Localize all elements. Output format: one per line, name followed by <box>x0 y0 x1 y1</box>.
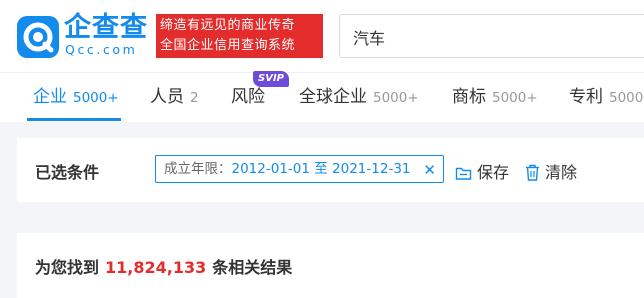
tab-label: 风险 <box>231 87 265 107</box>
qcc-logo-icon[interactable] <box>17 16 59 58</box>
tab-count: 5000 <box>609 90 644 106</box>
tab-count: 5000+ <box>492 90 538 106</box>
slogan-banner: 缔造有远见的商业传奇 全国企业信用查询系统 <box>156 14 323 58</box>
search-box[interactable] <box>339 14 644 58</box>
top-header: 企查查 Qcc.com 缔造有远见的商业传奇 全国企业信用查询系统 <box>0 0 644 72</box>
close-icon[interactable]: ✕ <box>423 157 436 183</box>
tab-risk[interactable]: 风险 <box>231 85 265 109</box>
slogan-line-2: 全国企业信用查询系统 <box>160 38 296 53</box>
tab-count: 2 <box>190 90 199 106</box>
tab-global-company[interactable]: 全球企业 5000+ <box>299 85 419 110</box>
tab-label: 专利 <box>569 87 603 107</box>
selected-filters-panel: 已选条件 成立年限：2012-01-01 至 2021-12-31 ✕ 保存 清… <box>17 138 644 202</box>
tab-patent[interactable]: 专利 5000 <box>569 85 643 110</box>
filter-tag-value: 2012-01-01 至 2021-12-31 <box>231 161 411 177</box>
tab-count: 5000+ <box>73 90 119 106</box>
slogan-line-1: 缔造有远见的商业传奇 <box>160 18 296 33</box>
tab-label: 人员 <box>150 87 184 107</box>
tab-company[interactable]: 企业 5000+ <box>33 85 119 110</box>
save-filter-button[interactable]: 保存 <box>455 159 509 183</box>
trash-icon <box>526 164 539 181</box>
folder-icon <box>455 167 472 180</box>
search-tabs: 企业 5000+ 人员 2 风险 全球企业 5000+ 商标 5000+ 专利 5000 <box>0 72 644 122</box>
clear-filter-button[interactable]: 清除 <box>525 159 577 183</box>
filter-tag-key: 成立年限： <box>164 161 232 177</box>
logo-text[interactable]: 企查查 <box>64 13 148 43</box>
results-summary-panel: 为您找到 11,824,133 条相关结果 <box>17 233 644 298</box>
tab-label: 全球企业 <box>299 87 367 107</box>
tab-label: 商标 <box>452 87 486 107</box>
results-count-text: 为您找到 11,824,133 条相关结果 <box>35 254 292 278</box>
tab-trademark[interactable]: 商标 5000+ <box>452 85 538 110</box>
results-suffix: 条相关结果 <box>212 258 293 277</box>
save-label: 保存 <box>477 163 510 182</box>
tab-label: 企业 <box>33 87 67 107</box>
svip-badge: SVIP <box>253 71 289 87</box>
active-tab-indicator <box>27 118 121 121</box>
logo-domain: Qcc.com <box>65 42 138 57</box>
tab-count: 5000+ <box>373 90 419 106</box>
clear-label: 清除 <box>545 163 578 182</box>
filter-tag-founding-date[interactable]: 成立年限：2012-01-01 至 2021-12-31 ✕ <box>155 155 444 183</box>
results-count: 11,824,133 <box>105 258 207 277</box>
filters-title: 已选条件 <box>35 163 100 182</box>
tab-people[interactable]: 人员 2 <box>150 85 199 110</box>
results-prefix: 为您找到 <box>35 258 100 277</box>
search-input[interactable] <box>353 27 633 46</box>
